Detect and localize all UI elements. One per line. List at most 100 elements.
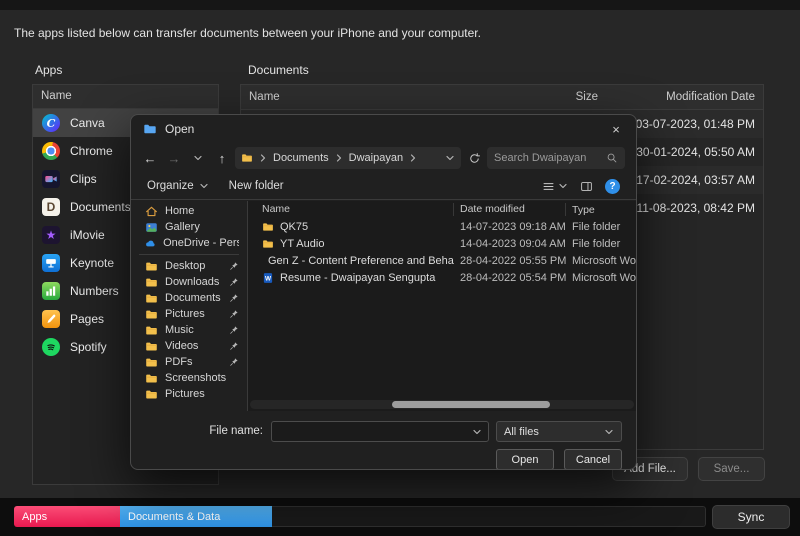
pin-icon [229, 357, 239, 367]
file-row-resume-document[interactable]: Resume - Dwaipayan Sengupta 28-04-2022 0… [248, 269, 636, 286]
numbers-app-icon [42, 282, 60, 300]
dialog-body: Home Gallery OneDrive - Persor Desktop [131, 201, 636, 411]
sidebar-item-desktop[interactable]: Desktop [131, 258, 247, 274]
open-button[interactable]: Open [496, 449, 554, 470]
scrollbar-thumb[interactable] [392, 401, 549, 408]
sidebar-item-screenshots[interactable]: Screenshots [131, 370, 247, 386]
window-top-strip [0, 0, 800, 10]
app-name: Documents [70, 200, 131, 214]
search-input[interactable] [494, 152, 602, 164]
preview-pane-icon[interactable] [580, 180, 593, 193]
capacity-apps-label: Apps [22, 511, 47, 523]
sidebar-item-gallery[interactable]: Gallery [131, 219, 247, 235]
help-icon[interactable] [605, 179, 620, 194]
file-column-type[interactable]: Type [566, 204, 636, 216]
recent-locations-chevron-icon[interactable] [187, 147, 209, 169]
app-window: The apps listed below can transfer docum… [0, 0, 800, 536]
sidebar-item-pdfs[interactable]: PDFs [131, 354, 247, 370]
sidebar-item-onedrive[interactable]: OneDrive - Persor [131, 235, 247, 251]
file-row-qk75[interactable]: QK75 14-07-2023 09:18 AM File folder [248, 218, 636, 235]
doc-column-size[interactable]: Size [478, 91, 598, 103]
capacity-segment-apps: Apps [14, 506, 120, 527]
folder-icon [145, 388, 158, 401]
sidebar-item-home[interactable]: Home [131, 203, 247, 219]
sidebar-label: Pictures [165, 388, 205, 400]
app-name: Chrome [70, 144, 113, 158]
sidebar-item-documents[interactable]: Documents [131, 290, 247, 306]
sidebar-item-videos[interactable]: Videos [131, 338, 247, 354]
file-list-header: Name Date modified Type [248, 201, 636, 218]
file-column-name[interactable]: Name [248, 203, 454, 216]
chevron-down-icon [199, 181, 209, 191]
sidebar-label: Screenshots [165, 372, 226, 384]
pin-icon [229, 293, 239, 303]
file-name-combobox[interactable] [271, 421, 489, 442]
app-name: Clips [70, 172, 97, 186]
file-name: YT Audio [280, 238, 324, 250]
file-list: Name Date modified Type QK75 14-07-2023 … [248, 201, 636, 411]
folder-icon [145, 292, 158, 305]
file-name-label: File name: [191, 425, 263, 437]
back-icon[interactable] [139, 147, 161, 169]
view-mode-button[interactable] [542, 180, 568, 193]
breadcrumb-item-documents[interactable]: Documents [273, 152, 329, 164]
close-icon[interactable] [596, 115, 636, 143]
file-type: Microsoft Word D [566, 272, 636, 284]
pin-icon [229, 261, 239, 271]
folder-icon [145, 324, 158, 337]
imovie-app-icon [42, 226, 60, 244]
chevron-down-icon [472, 427, 482, 437]
open-dialog: Open Documents Dwaipayan [130, 114, 637, 470]
documents-table-header[interactable]: Name Size Modification Date [241, 85, 763, 110]
sidebar-label: Pictures [165, 308, 205, 320]
file-date: 28-04-2022 05:54 PM [454, 272, 566, 284]
sync-button[interactable]: Sync [712, 505, 790, 529]
forward-icon[interactable] [163, 147, 185, 169]
breadcrumb-item-dwaipayan[interactable]: Dwaipayan [349, 152, 403, 164]
gallery-icon [145, 221, 158, 234]
list-view-icon [542, 180, 555, 193]
cancel-button[interactable]: Cancel [564, 449, 622, 470]
apps-table-header[interactable]: Name [33, 85, 218, 109]
horizontal-scrollbar[interactable] [250, 400, 634, 409]
breadcrumb-folder-icon [241, 152, 253, 164]
sidebar-item-music[interactable]: Music [131, 322, 247, 338]
chevron-right-icon [408, 153, 418, 163]
dialog-footer: File name: All files Open Cancel [131, 415, 636, 470]
folder-icon [262, 221, 274, 233]
refresh-icon[interactable] [463, 147, 485, 169]
sidebar-label: Home [165, 205, 194, 217]
sidebar-item-pictures-2[interactable]: Pictures [131, 386, 247, 402]
sidebar-item-downloads[interactable]: Downloads [131, 274, 247, 290]
doc-column-name[interactable]: Name [241, 91, 478, 103]
capacity-segment-documents: Documents & Data [120, 506, 272, 527]
file-date: 14-07-2023 09:18 AM [454, 221, 566, 233]
clips-app-icon [42, 170, 60, 188]
file-type: Microsoft Word D [566, 255, 636, 267]
file-name-input[interactable] [278, 426, 472, 438]
breadcrumb[interactable]: Documents Dwaipayan [235, 147, 461, 169]
save-button[interactable]: Save... [698, 457, 765, 481]
sidebar-label: OneDrive - Persor [163, 237, 239, 249]
file-date: 28-04-2022 05:55 PM [454, 255, 566, 267]
file-row-genz-document[interactable]: Gen Z - Content Preference and Behaviour… [248, 252, 636, 269]
file-row-yt-audio[interactable]: YT Audio 14-04-2023 09:04 AM File folder [248, 235, 636, 252]
up-icon[interactable] [211, 147, 233, 169]
folder-icon [145, 260, 158, 273]
file-type: File folder [566, 221, 636, 233]
chevron-down-icon [604, 427, 614, 437]
chevron-down-icon [558, 181, 568, 191]
address-dropdown-chevron-icon[interactable] [445, 153, 455, 163]
sidebar-item-pictures[interactable]: Pictures [131, 306, 247, 322]
file-column-date-modified[interactable]: Date modified [454, 203, 566, 216]
file-type-select[interactable]: All files [496, 421, 622, 442]
folder-icon [145, 372, 158, 385]
sidebar-label: Gallery [165, 221, 200, 233]
dialog-titlebar: Open [131, 115, 636, 143]
doc-column-modification-date[interactable]: Modification Date [598, 91, 763, 103]
chrome-app-icon [42, 142, 60, 160]
organize-menu[interactable]: Organize [147, 180, 209, 192]
search-box[interactable] [487, 147, 625, 169]
new-folder-button[interactable]: New folder [229, 180, 284, 192]
pin-icon [229, 341, 239, 351]
